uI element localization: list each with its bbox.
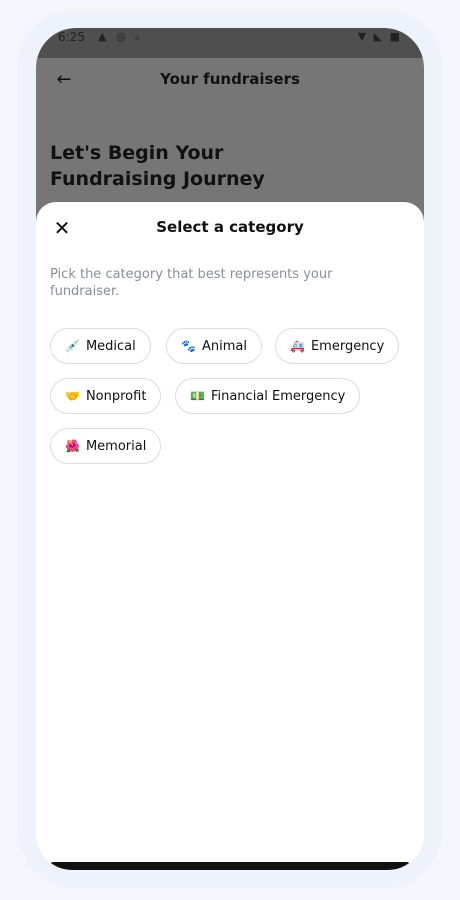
page-title: Your fundraisers bbox=[160, 70, 300, 88]
hero-heading: Let's Begin Your Fundraising Journey bbox=[50, 142, 265, 190]
status-time: 6:25 bbox=[58, 30, 85, 44]
chip-label: Animal bbox=[201, 338, 247, 354]
paw-prints-icon: 🐾 bbox=[181, 339, 196, 353]
category-chip-financial-emergency[interactable]: 💵 Financial Emergency bbox=[175, 378, 361, 414]
category-chip-animal[interactable]: 🐾 Animal bbox=[166, 328, 262, 364]
phone-screen: 6:25 ▲ ◎ ₀ ▼ ◣ ■ ← Your fundraisers Let'… bbox=[36, 28, 424, 870]
chip-label: Emergency bbox=[310, 338, 385, 354]
system-icons: ▼ ◣ ■ bbox=[357, 30, 402, 43]
sheet-title: Select a category bbox=[156, 218, 304, 236]
ambulance-icon: 🚑 bbox=[290, 339, 305, 353]
handshake-icon: 🤝 bbox=[65, 389, 80, 403]
category-chip-emergency[interactable]: 🚑 Emergency bbox=[275, 328, 400, 364]
category-chip-medical[interactable]: 💉 Medical bbox=[50, 328, 151, 364]
flower-icon: 🌺 bbox=[65, 439, 80, 453]
chip-label: Memorial bbox=[85, 438, 147, 454]
chip-label: Financial Emergency bbox=[210, 388, 346, 404]
status-bar: 6:25 ▲ ◎ ₀ ▼ ◣ ■ bbox=[36, 28, 424, 58]
category-chip-memorial[interactable]: 🌺 Memorial bbox=[50, 428, 162, 464]
category-chip-nonprofit[interactable]: 🤝 Nonprofit bbox=[50, 378, 162, 414]
notification-icons: ▲ ◎ ₀ bbox=[98, 30, 143, 43]
sheet-description: Pick the category that best represents y… bbox=[50, 267, 333, 299]
chip-label: Medical bbox=[85, 338, 136, 354]
chip-label: Nonprofit bbox=[85, 388, 147, 404]
gesture-nav-bar bbox=[48, 862, 412, 870]
money-icon: 💵 bbox=[190, 389, 205, 403]
syringe-icon: 💉 bbox=[65, 339, 80, 353]
category-bottom-sheet: ✕ Select a category Pick the category th… bbox=[36, 202, 424, 870]
